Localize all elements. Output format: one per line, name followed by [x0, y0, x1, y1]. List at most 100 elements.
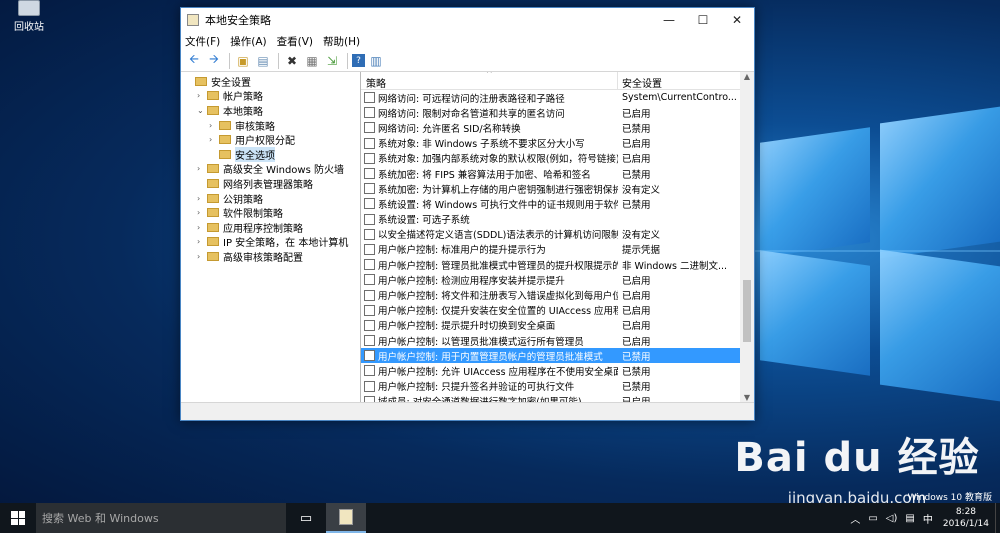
windows-start-icon — [11, 511, 25, 525]
policy-row[interactable]: 用户帐户控制: 允许 UIAccess 应用程序在不使用安全桌面... 已禁用 — [361, 363, 754, 378]
policy-row[interactable]: 网络访问: 限制对命名管道和共享的匿名访问 已启用 — [361, 105, 754, 120]
vertical-scrollbar[interactable]: ▲ ▼ — [740, 72, 754, 402]
expand-chevron-icon[interactable]: › — [197, 223, 207, 232]
scroll-down-icon[interactable]: ▼ — [740, 393, 754, 402]
tree-node[interactable]: 网络列表管理器策略 — [185, 176, 360, 191]
expand-chevron-icon[interactable]: › — [209, 121, 219, 130]
taskbar-app-security-policy[interactable] — [326, 503, 366, 533]
sort-caret-icon: ^ — [486, 72, 493, 78]
expand-chevron-icon[interactable]: › — [197, 91, 207, 100]
tree-node[interactable]: › 高级审核策略配置 — [185, 249, 360, 264]
start-button[interactable] — [0, 503, 36, 533]
folder-icon — [207, 178, 219, 188]
expand-chevron-icon[interactable]: › — [197, 237, 207, 246]
policy-row[interactable]: 网络访问: 允许匿名 SID/名称转换 已禁用 — [361, 120, 754, 135]
policy-row[interactable]: 系统设置: 将 Windows 可执行文件中的证书规则用于软件... 已禁用 — [361, 196, 754, 211]
up-folder-icon[interactable]: ▣ — [234, 52, 252, 70]
tree-node[interactable]: › 帐户策略 — [185, 89, 360, 103]
menu-action[interactable]: 操作(A) — [230, 34, 266, 49]
menu-view[interactable]: 查看(V) — [277, 34, 313, 49]
tree-node-label: 本地策略 — [223, 106, 263, 118]
policy-row[interactable]: 用户帐户控制: 以管理员批准模式运行所有管理员 已启用 — [361, 333, 754, 348]
policy-row[interactable]: 系统加密: 将 FIPS 兼容算法用于加密、哈希和签名 已禁用 — [361, 166, 754, 181]
security-setting-value: 已禁用 — [622, 366, 651, 378]
policy-row[interactable]: 系统设置: 可选子系统 — [361, 212, 754, 227]
clock[interactable]: 8:28 2016/1/14 — [943, 506, 989, 530]
show-hide-tree-icon[interactable]: ▤ — [254, 52, 272, 70]
tree-node[interactable]: › 审核策略 — [185, 118, 360, 133]
folder-icon — [219, 135, 231, 145]
tree-node[interactable]: › 应用程序控制策略 — [185, 220, 360, 235]
console-icon[interactable]: ▥ — [367, 52, 385, 70]
expand-chevron-icon[interactable]: › — [197, 208, 207, 217]
policy-row[interactable]: 用户帐户控制: 标准用户的提升提示行为 提示凭据 — [361, 242, 754, 257]
tree-node[interactable]: › 高级安全 Windows 防火墙 — [185, 162, 360, 176]
tree-node[interactable]: › 公钥策略 — [185, 191, 360, 206]
tree-node[interactable]: 安全设置 — [185, 74, 360, 89]
collapse-chevron-icon[interactable]: ⌄ — [197, 106, 207, 115]
show-hidden-icons-icon[interactable]: ︿ — [850, 511, 860, 526]
folder-icon — [207, 105, 219, 115]
policy-row[interactable]: 以安全描述符定义语言(SDDL)语法表示的计算机访问限制 没有定义 — [361, 227, 754, 242]
delete-icon[interactable]: ✖ — [283, 52, 301, 70]
policy-cell: 系统加密: 将 FIPS 兼容算法用于加密、哈希和签名 — [361, 167, 618, 181]
policy-icon — [364, 289, 375, 301]
menu-file[interactable]: 文件(F) — [185, 34, 220, 49]
volume-icon[interactable]: ◁) — [886, 513, 898, 524]
policy-row[interactable]: 用户帐户控制: 将文件和注册表写入错误虚拟化到每用户位置 已启用 — [361, 287, 754, 302]
properties-icon[interactable]: ▦ — [303, 52, 321, 70]
task-view-icon[interactable]: ▭ — [286, 503, 326, 533]
policy-row[interactable]: 域成员: 对安全通道数据进行数字加密(如果可能) 已启用 — [361, 394, 754, 402]
list-header: ^ 策略 安全设置 — [361, 72, 754, 90]
policy-name: 系统加密: 将 FIPS 兼容算法用于加密、哈希和签名 — [378, 169, 591, 181]
column-header-setting[interactable]: 安全设置 — [618, 72, 754, 90]
tree-node[interactable]: › 软件限制策略 — [185, 205, 360, 220]
export-list-icon[interactable]: ⇲ — [323, 52, 341, 70]
expand-chevron-icon[interactable]: › — [197, 252, 207, 261]
notification-icon[interactable]: ▤ — [905, 513, 914, 524]
windows-logo-pane — [880, 106, 1000, 259]
policy-row[interactable]: 用户帐户控制: 仅提升安装在安全位置的 UIAccess 应用程序 已启用 — [361, 303, 754, 318]
policy-cell: 用户帐户控制: 提示提升时切换到安全桌面 — [361, 318, 618, 332]
local-security-policy-window: 本地安全策略 — ☐ ✕ 文件(F) 操作(A) 查看(V) 帮助(H) 🡨 🡪… — [180, 7, 755, 421]
forward-arrow-icon[interactable]: 🡪 — [205, 52, 223, 70]
tree-node[interactable]: 安全选项 — [185, 146, 360, 162]
menu-help[interactable]: 帮助(H) — [323, 34, 360, 49]
search-box[interactable]: 搜索 Web 和 Windows — [36, 503, 286, 533]
title-bar[interactable]: 本地安全策略 — ☐ ✕ — [181, 8, 754, 32]
policy-row[interactable]: 用户帐户控制: 用于内置管理员帐户的管理员批准模式 已禁用 — [361, 348, 754, 364]
policy-row[interactable]: 用户帐户控制: 只提升签名并验证的可执行文件 已禁用 — [361, 379, 754, 394]
tree-node[interactable]: › 用户权限分配 — [185, 132, 360, 147]
maximize-button[interactable]: ☐ — [686, 8, 720, 32]
expand-chevron-icon[interactable]: › — [197, 194, 207, 203]
recycle-bin-shortcut[interactable]: 回收站 — [8, 0, 50, 33]
help-icon[interactable]: ? — [352, 54, 365, 67]
policy-row[interactable]: 用户帐户控制: 管理员批准模式中管理员的提升权限提示的... 非 Windows … — [361, 257, 754, 272]
tree-node[interactable]: ⌄ 本地策略 — [185, 103, 360, 118]
toolbar-divider — [347, 52, 348, 69]
policy-name: 用户帐户控制: 检测应用程序安装并提示提升 — [378, 275, 565, 287]
menu-bar: 文件(F) 操作(A) 查看(V) 帮助(H) — [181, 32, 754, 50]
show-desktop-button[interactable] — [995, 503, 1000, 533]
scroll-thumb[interactable] — [743, 280, 751, 342]
policy-name: 网络访问: 允许匿名 SID/名称转换 — [378, 123, 521, 135]
back-arrow-icon[interactable]: 🡨 — [185, 52, 203, 70]
policy-icon — [364, 213, 375, 225]
scroll-up-icon[interactable]: ▲ — [740, 72, 754, 81]
expand-chevron-icon[interactable]: › — [197, 164, 207, 173]
policy-row[interactable]: 用户帐户控制: 检测应用程序安装并提示提升 已启用 — [361, 272, 754, 287]
policy-row[interactable]: 系统对象: 加强内部系统对象的默认权限(例如，符号链接) 已启用 — [361, 151, 754, 166]
ime-indicator[interactable]: 中 — [923, 511, 933, 526]
folder-icon — [207, 251, 219, 261]
minimize-button[interactable]: — — [652, 8, 686, 32]
expand-chevron-icon[interactable]: › — [209, 135, 219, 144]
close-button[interactable]: ✕ — [720, 8, 754, 32]
policy-row[interactable]: 用户帐户控制: 提示提升时切换到安全桌面 已启用 — [361, 318, 754, 333]
policy-row[interactable]: 系统加密: 为计算机上存储的用户密钥强制进行强密钥保护 没有定义 — [361, 181, 754, 196]
policy-row[interactable]: 系统对象: 非 Windows 子系统不要求区分大小写 已启用 — [361, 136, 754, 151]
policy-cell: 系统对象: 加强内部系统对象的默认权限(例如，符号链接) — [361, 151, 618, 165]
column-header-policy[interactable]: ^ 策略 — [361, 72, 618, 90]
tree-node[interactable]: › IP 安全策略，在 本地计算机 — [185, 235, 360, 249]
policy-row[interactable]: 网络访问: 可远程访问的注册表路径和子路径 System\CurrentContr… — [361, 90, 754, 105]
network-icon[interactable]: ▭ — [868, 513, 877, 524]
